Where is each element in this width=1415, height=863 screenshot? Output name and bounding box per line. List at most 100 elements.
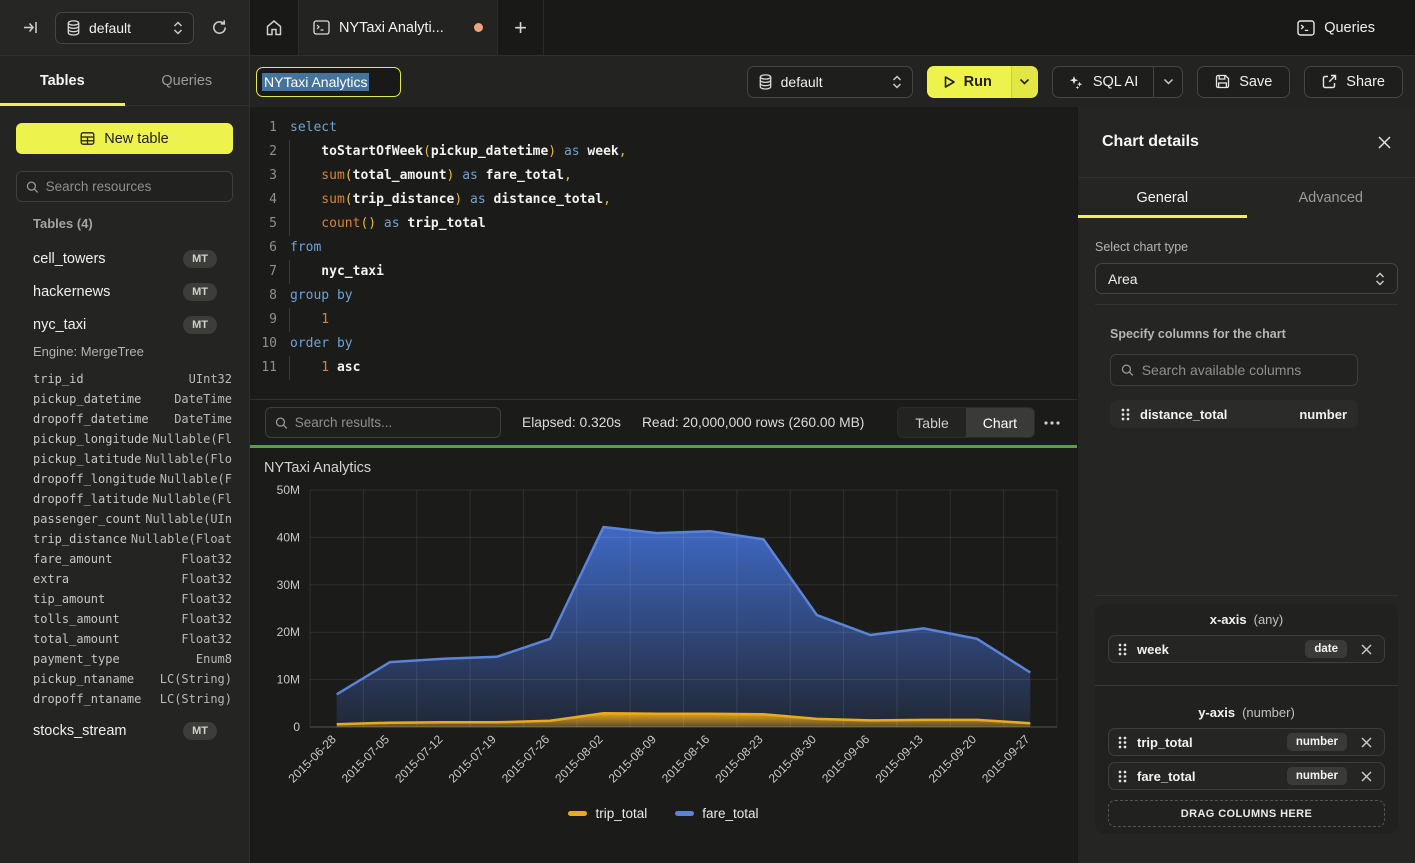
column-type: Nullable(Fl (149, 432, 232, 446)
search-icon (1121, 363, 1134, 377)
code-line: 8group by (250, 284, 1077, 308)
new-table-button[interactable]: New table (16, 123, 233, 154)
column-type: Float32 (120, 612, 232, 626)
legend-item[interactable]: trip_total (568, 806, 647, 821)
run-button-group: Run (927, 66, 1038, 98)
sql-ai-button-group: SQL AI (1052, 66, 1183, 98)
column-row: trip_idUInt32 (33, 369, 232, 389)
chart-type-select[interactable]: Area (1095, 263, 1398, 294)
column-name: pickup_ntaname (33, 672, 134, 686)
y-tick-label: 50M (277, 483, 300, 497)
axis-column-item[interactable]: fare_totalnumber (1108, 762, 1385, 790)
token-kw: as (462, 192, 485, 207)
run-options-button[interactable] (1011, 66, 1038, 98)
x-axis-heading: x-axis(any) (1108, 612, 1385, 627)
column-row: tolls_amountFloat32 (33, 609, 232, 629)
table-engine-badge: MT (183, 316, 217, 334)
refresh-button[interactable] (203, 14, 235, 42)
token-kw: as (376, 216, 399, 231)
code-text: sum(total_amount) as fare_total, (277, 164, 572, 188)
sidebar: TablesQueries New table Tables (4) cell_… (0, 56, 250, 863)
chart-details-title: Chart details (1102, 133, 1373, 151)
sidebar-search (16, 171, 233, 202)
close-panel-button[interactable] (1373, 131, 1395, 153)
toggle-table[interactable]: Table (898, 408, 965, 437)
available-column-type: number (1299, 407, 1347, 422)
token-par: , (603, 192, 611, 207)
axis-column-item[interactable]: trip_totalnumber (1108, 728, 1385, 756)
x-tick-label: 2015-08-16 (659, 732, 713, 786)
axis-column-item[interactable]: weekdate (1108, 635, 1385, 663)
legend-label: fare_total (702, 806, 758, 821)
toggle-chart[interactable]: Chart (966, 408, 1034, 437)
sql-ai-button[interactable]: SQL AI (1053, 74, 1153, 90)
line-number: 7 (250, 260, 277, 284)
token-id: toStartOfWeek (290, 144, 423, 159)
elapsed-stat: Elapsed: 0.320s (522, 415, 621, 430)
table-row[interactable]: hackernewsMT (33, 280, 232, 304)
column-name: dropoff_ntaname (33, 692, 141, 706)
main-area: 1select2 toStartOfWeek(pickup_datetime) … (250, 107, 1077, 863)
column-name: extra (33, 572, 69, 586)
sidebar-database-selector[interactable]: default (55, 12, 194, 44)
x-tick-label: 2015-08-30 (766, 732, 820, 786)
token-par: () (360, 216, 376, 231)
share-button[interactable]: Share (1304, 66, 1403, 98)
queries-button-label: Queries (1324, 20, 1375, 36)
chart-legend: trip_total fare_total (250, 806, 1077, 821)
results-search-input[interactable] (295, 415, 491, 430)
tables-list: Tables (4) cell_towersMThackernewsMTnyc_… (0, 202, 249, 863)
home-tab-button[interactable] (250, 0, 298, 55)
terminal-icon (1297, 20, 1315, 36)
column-type: DateTime (149, 412, 232, 426)
token-id: week (580, 144, 619, 159)
x-tick-label: 2015-07-19 (446, 732, 500, 786)
search-icon (26, 180, 39, 194)
column-row: dropoff_longitudeNullable(F (33, 469, 232, 489)
run-button[interactable]: Run (927, 66, 1011, 98)
chevron-down-icon (1163, 78, 1174, 85)
sql-editor[interactable]: 1select2 toStartOfWeek(pickup_datetime) … (250, 107, 1077, 399)
table-row[interactable]: stocks_streamMT (33, 719, 232, 743)
column-type: UInt32 (84, 372, 232, 386)
table-row[interactable]: nyc_taxiMT (33, 313, 232, 337)
sidebar-search-input[interactable] (46, 179, 223, 194)
sidebar-tab-queries[interactable]: Queries (125, 56, 250, 105)
run-button-label: Run (964, 74, 992, 90)
area-chart[interactable]: 010M20M30M40M50M2015-06-282015-07-052015… (250, 448, 1077, 798)
column-type: Nullable(Fl (149, 492, 232, 506)
remove-column-button[interactable] (1357, 771, 1375, 782)
remove-column-button[interactable] (1357, 644, 1375, 655)
collapse-sidebar-button[interactable] (14, 14, 46, 42)
code-text: select (277, 116, 337, 140)
token-par: , (564, 168, 572, 183)
panel-divider (1095, 595, 1398, 596)
column-row: pickup_longitudeNullable(Fl (33, 429, 232, 449)
drop-zone[interactable]: DRAG COLUMNS HERE (1108, 800, 1385, 827)
new-table-label: New table (104, 131, 168, 147)
sql-ai-button-label: SQL AI (1093, 74, 1138, 90)
save-icon (1215, 74, 1230, 89)
available-column-item[interactable]: distance_totalnumber (1110, 400, 1358, 428)
panel-tab-advanced[interactable]: Advanced (1247, 178, 1415, 218)
panel-tab-general[interactable]: General (1078, 178, 1247, 218)
sql-ai-options-button[interactable] (1153, 67, 1182, 97)
body-row: TablesQueries New table Tables (4) cell_… (0, 56, 1415, 863)
save-button[interactable]: Save (1197, 66, 1290, 98)
sidebar-tab-tables[interactable]: Tables (0, 56, 125, 105)
legend-item[interactable]: fare_total (675, 806, 758, 821)
remove-column-button[interactable] (1357, 737, 1375, 748)
share-icon (1322, 74, 1337, 89)
column-type: Float32 (69, 572, 232, 586)
table-row[interactable]: cell_towersMT (33, 247, 232, 271)
query-title-input[interactable]: NYTaxi Analytics (256, 67, 401, 97)
queries-button[interactable]: Queries (1285, 0, 1415, 55)
new-tab-button[interactable]: + (498, 0, 544, 55)
query-tab[interactable]: NYTaxi Analyti... (298, 0, 498, 55)
token-id: distance_total (486, 192, 603, 207)
columns-search-input[interactable] (1142, 362, 1347, 378)
close-icon (1378, 136, 1391, 149)
code-text: 1 (277, 308, 329, 332)
more-options-button[interactable] (1035, 421, 1069, 425)
toolbar-database-selector[interactable]: default (747, 66, 913, 98)
